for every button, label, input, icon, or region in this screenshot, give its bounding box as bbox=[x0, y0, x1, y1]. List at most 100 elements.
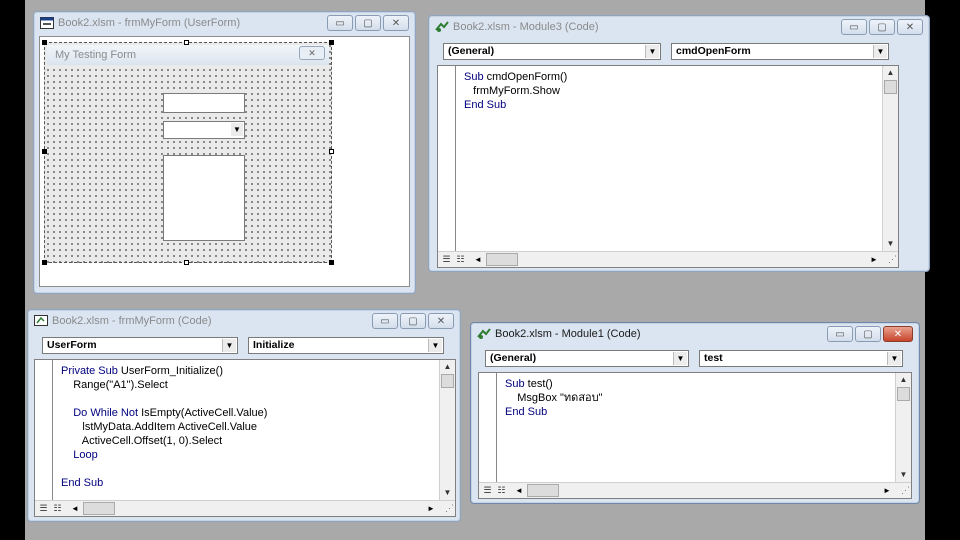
module3-code-window[interactable]: Book2.xlsm - Module3 (Code) ▭ ▢ ✕ (Gener… bbox=[428, 15, 930, 272]
resize-grip-icon[interactable]: ⋰ bbox=[883, 252, 897, 266]
horizontal-scrollbar[interactable]: ☰ ☷ ◄ ► ⋰ bbox=[35, 500, 455, 516]
code-line[interactable]: End Sub bbox=[464, 98, 567, 112]
code-line[interactable]: Sub test() bbox=[505, 377, 603, 391]
scroll-down-icon[interactable]: ▼ bbox=[883, 237, 898, 251]
code-line[interactable]: ActiveCell.Offset(1, 0).Select bbox=[61, 434, 267, 448]
maximize-button[interactable]: ▢ bbox=[855, 326, 881, 342]
resize-handle-tm[interactable] bbox=[184, 40, 189, 45]
form-code-window[interactable]: Book2.xlsm - frmMyForm (Code) ▭ ▢ ✕ User… bbox=[27, 309, 461, 522]
code-line[interactable]: MsgBox "ทดสอบ" bbox=[505, 391, 602, 405]
resize-handle-bm[interactable] bbox=[184, 260, 189, 265]
scroll-up-icon[interactable]: ▲ bbox=[883, 66, 898, 80]
procedure-view-icon[interactable]: ☰ bbox=[481, 484, 494, 497]
chevron-down-icon[interactable]: ▼ bbox=[673, 352, 687, 365]
vertical-scrollbar[interactable]: ▲ ▼ bbox=[882, 66, 898, 251]
resize-grip-icon[interactable]: ⋰ bbox=[440, 501, 454, 515]
margin-indicator-bar[interactable] bbox=[479, 373, 497, 498]
code-line[interactable]: lstMyData.AddItem ActiveCell.Value bbox=[61, 420, 267, 434]
scroll-left-icon[interactable]: ◄ bbox=[69, 502, 81, 515]
maximize-button[interactable]: ▢ bbox=[355, 15, 381, 31]
scroll-thumb[interactable] bbox=[897, 387, 910, 401]
combobox-control[interactable]: ▼ bbox=[163, 121, 245, 139]
textbox-control[interactable] bbox=[163, 93, 245, 113]
close-button[interactable]: ✕ bbox=[883, 326, 913, 342]
resize-handle-bl[interactable] bbox=[42, 260, 47, 265]
vertical-scrollbar[interactable]: ▲ ▼ bbox=[439, 360, 455, 500]
code-line[interactable] bbox=[61, 392, 267, 406]
procedure-view-icon[interactable]: ☰ bbox=[37, 502, 50, 515]
scroll-up-icon[interactable]: ▲ bbox=[896, 373, 911, 387]
horizontal-scrollbar[interactable]: ☰ ☷ ◄ ► ⋰ bbox=[438, 251, 898, 267]
close-button[interactable]: ✕ bbox=[383, 15, 409, 31]
code-line[interactable]: Range("A1").Select bbox=[61, 378, 267, 392]
full-module-view-icon[interactable]: ☷ bbox=[454, 253, 467, 266]
scroll-left-icon[interactable]: ◄ bbox=[513, 484, 525, 497]
designer-surface[interactable]: My Testing Form ✕ ▼ bbox=[39, 36, 410, 287]
procedure-view-icon[interactable]: ☰ bbox=[440, 253, 453, 266]
code-line[interactable] bbox=[61, 462, 267, 476]
module1-code-window[interactable]: Book2.xlsm - Module1 (Code) ▭ ▢ ✕ (Gener… bbox=[470, 322, 920, 504]
scroll-right-icon[interactable]: ► bbox=[425, 502, 437, 515]
chevron-down-icon[interactable]: ▼ bbox=[887, 352, 901, 365]
chevron-down-icon[interactable]: ▼ bbox=[428, 339, 442, 352]
code-line[interactable]: Private Sub UserForm_Initialize() bbox=[61, 364, 267, 378]
code-line[interactable]: Sub cmdOpenForm() bbox=[464, 70, 567, 84]
full-module-view-icon[interactable]: ☷ bbox=[51, 502, 64, 515]
code-line[interactable]: Loop bbox=[61, 448, 267, 462]
resize-handle-tr[interactable] bbox=[329, 40, 334, 45]
minimize-button[interactable]: ▭ bbox=[841, 19, 867, 35]
code-line[interactable]: End Sub bbox=[61, 476, 267, 490]
object-combo[interactable]: (General) ▼ bbox=[485, 350, 689, 367]
object-combo[interactable]: (General) ▼ bbox=[443, 43, 661, 60]
close-button[interactable]: ✕ bbox=[897, 19, 923, 35]
vertical-scrollbar[interactable]: ▲ ▼ bbox=[895, 373, 911, 482]
combo-arrow-icon[interactable]: ▼ bbox=[231, 123, 243, 136]
h-scroll-thumb[interactable] bbox=[527, 484, 559, 497]
minimize-button[interactable]: ▭ bbox=[372, 313, 398, 329]
procedure-combo[interactable]: cmdOpenForm ▼ bbox=[671, 43, 889, 60]
procedure-combo[interactable]: test ▼ bbox=[699, 350, 903, 367]
resize-handle-ml[interactable] bbox=[42, 149, 47, 154]
minimize-button[interactable]: ▭ bbox=[827, 326, 853, 342]
code-line[interactable]: End Sub bbox=[505, 405, 603, 419]
code-text[interactable]: Private Sub UserForm_Initialize() Range(… bbox=[61, 364, 267, 490]
full-module-view-icon[interactable]: ☷ bbox=[495, 484, 508, 497]
code-editor[interactable]: Private Sub UserForm_Initialize() Range(… bbox=[34, 359, 456, 517]
resize-handle-br[interactable] bbox=[329, 260, 334, 265]
userform-designer-window[interactable]: Book2.xlsm - frmMyForm (UserForm) ▭ ▢ ✕ … bbox=[33, 11, 416, 294]
scroll-thumb[interactable] bbox=[441, 374, 454, 388]
h-scroll-thumb[interactable] bbox=[486, 253, 518, 266]
h-scroll-thumb[interactable] bbox=[83, 502, 115, 515]
minimize-button[interactable]: ▭ bbox=[327, 15, 353, 31]
scroll-left-icon[interactable]: ◄ bbox=[472, 253, 484, 266]
code-editor[interactable]: Sub cmdOpenForm() frmMyForm.Show End Sub … bbox=[437, 65, 899, 268]
scroll-down-icon[interactable]: ▼ bbox=[896, 468, 911, 482]
chevron-down-icon[interactable]: ▼ bbox=[645, 45, 659, 58]
scroll-right-icon[interactable]: ► bbox=[868, 253, 880, 266]
scroll-down-icon[interactable]: ▼ bbox=[440, 486, 455, 500]
code-line[interactable]: Do While Not IsEmpty(ActiveCell.Value) bbox=[61, 406, 267, 420]
object-combo[interactable]: UserForm ▼ bbox=[42, 337, 238, 354]
code-text[interactable]: Sub test() MsgBox "ทดสอบ" End Sub bbox=[505, 377, 603, 419]
listbox-lstMyData[interactable] bbox=[163, 155, 245, 241]
scroll-right-icon[interactable]: ► bbox=[881, 484, 893, 497]
horizontal-scrollbar[interactable]: ☰ ☷ ◄ ► ⋰ bbox=[479, 482, 911, 498]
userform-frmMyForm[interactable]: My Testing Form ✕ ▼ bbox=[44, 42, 332, 263]
resize-handle-mr[interactable] bbox=[329, 149, 334, 154]
scroll-thumb[interactable] bbox=[884, 80, 897, 94]
resize-handle-tl[interactable] bbox=[42, 40, 47, 45]
maximize-button[interactable]: ▢ bbox=[869, 19, 895, 35]
userform-close-button[interactable]: ✕ bbox=[299, 46, 325, 60]
close-button[interactable]: ✕ bbox=[428, 313, 454, 329]
margin-indicator-bar[interactable] bbox=[35, 360, 53, 516]
chevron-down-icon[interactable]: ▼ bbox=[222, 339, 236, 352]
scroll-up-icon[interactable]: ▲ bbox=[440, 360, 455, 374]
chevron-down-icon[interactable]: ▼ bbox=[873, 45, 887, 58]
margin-indicator-bar[interactable] bbox=[438, 66, 456, 267]
code-text[interactable]: Sub cmdOpenForm() frmMyForm.Show End Sub bbox=[464, 70, 567, 112]
procedure-combo[interactable]: Initialize ▼ bbox=[248, 337, 444, 354]
code-editor[interactable]: Sub test() MsgBox "ทดสอบ" End Sub ▲ ▼ ☰ ☷… bbox=[478, 372, 912, 499]
resize-grip-icon[interactable]: ⋰ bbox=[896, 483, 910, 497]
code-line[interactable]: frmMyForm.Show bbox=[464, 84, 567, 98]
maximize-button[interactable]: ▢ bbox=[400, 313, 426, 329]
